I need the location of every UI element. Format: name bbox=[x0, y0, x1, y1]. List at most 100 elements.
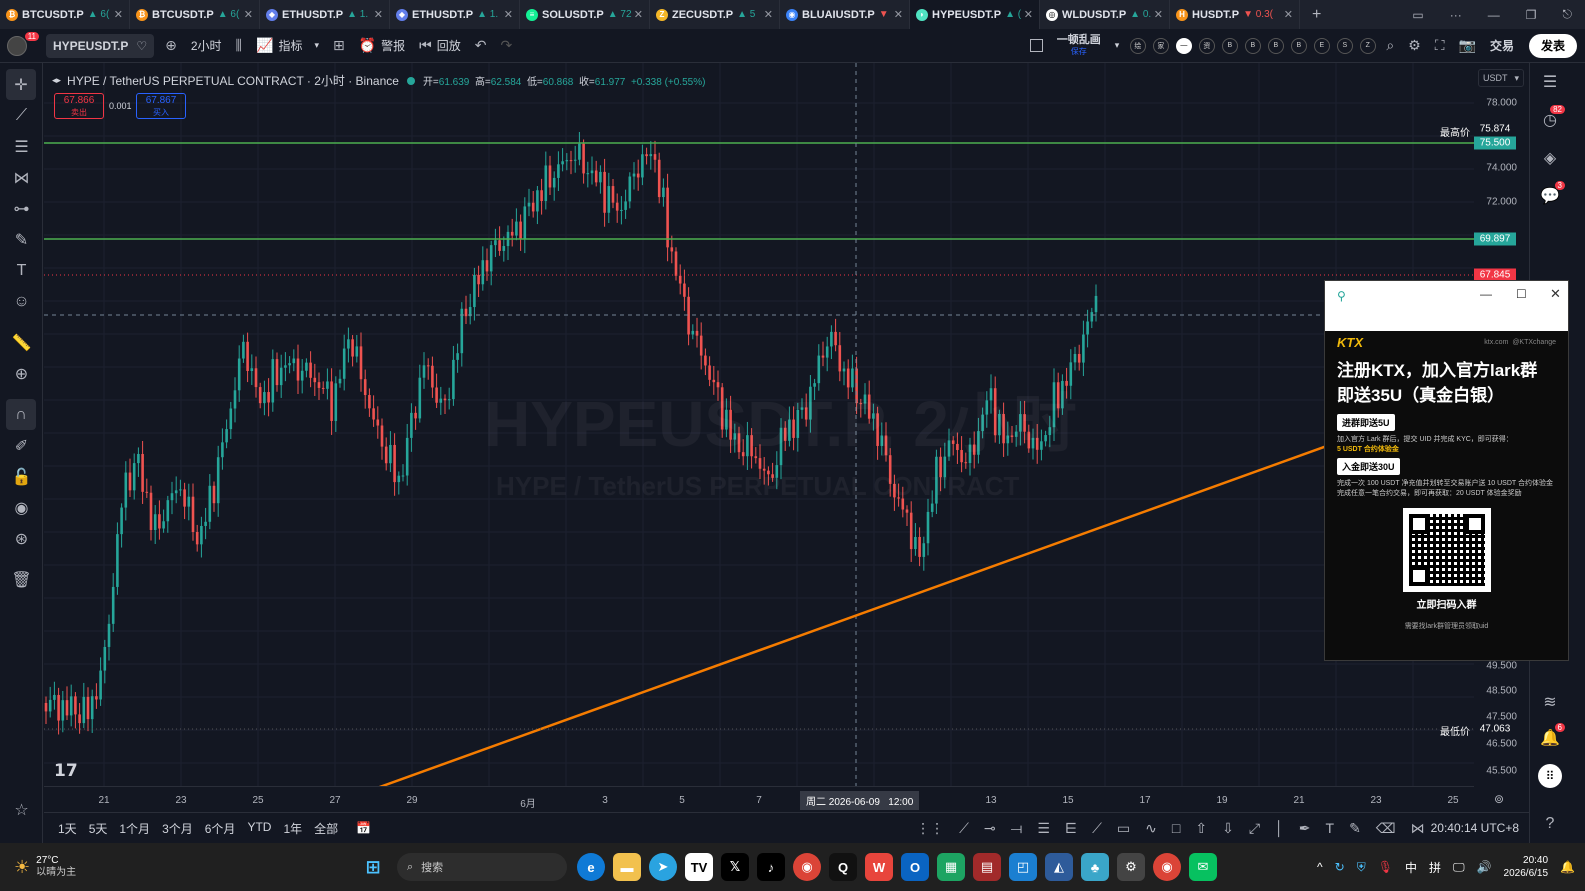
shield-icon[interactable]: ⛨ bbox=[1357, 860, 1366, 875]
mini-tool-3[interactable]: 资 bbox=[1198, 37, 1215, 54]
help-button[interactable]: ? bbox=[1530, 805, 1570, 843]
settings-button[interactable]: ⚙ bbox=[1401, 29, 1428, 63]
mini-tool-8[interactable]: E bbox=[1313, 37, 1330, 54]
undo-button[interactable]: ↶ bbox=[468, 29, 494, 63]
tiktok-app[interactable]: ♪ bbox=[757, 853, 785, 881]
wechat-app[interactable]: ✉ bbox=[1189, 853, 1217, 881]
mini-tool-6[interactable]: B bbox=[1267, 37, 1284, 54]
network-icon[interactable]: 🖵 bbox=[1453, 860, 1465, 875]
tab-husdt-p[interactable]: H HUSDT.P ▼ 0.3(✕ bbox=[1170, 0, 1300, 29]
measure-icon[interactable]: ⤢ bbox=[1249, 820, 1260, 837]
maximize-button[interactable]: ☐ bbox=[1516, 287, 1527, 301]
eraser-icon[interactable]: ⌫ bbox=[1376, 820, 1396, 837]
collapse-icon[interactable]: ◂▸ bbox=[52, 75, 61, 86]
tab-ethusdt-p[interactable]: ◆ ETHUSDT.P ▲ 1. ✕ bbox=[260, 0, 390, 29]
range-0[interactable]: 1天 bbox=[52, 820, 83, 837]
layout-toggle-button[interactable] bbox=[1023, 29, 1050, 63]
legend-title[interactable]: HYPE / TetherUS PERPETUAL CONTRACT · 2小时… bbox=[67, 72, 399, 89]
pin-icon[interactable]: ⚲ bbox=[1337, 289, 1346, 303]
time-scale[interactable]: 21 23 25 27 29 6月 3 5 7 13 15 17 19 21 23 25 周二 2026-06-… bbox=[44, 786, 1474, 812]
redo-button[interactable]: ↷ bbox=[494, 29, 520, 63]
notifications-button[interactable]: 🔔 6 bbox=[1530, 719, 1570, 757]
layout-name-button[interactable]: 一顿乱画 保存 bbox=[1050, 29, 1108, 63]
sell-button[interactable]: 67.866 卖出 bbox=[54, 93, 104, 119]
ray-icon[interactable]: ⊸ bbox=[984, 820, 996, 837]
ruler-tool[interactable]: 📏 bbox=[0, 327, 43, 358]
edge-app[interactable]: e bbox=[577, 853, 605, 881]
restore-icon[interactable]: ❐ bbox=[1513, 8, 1550, 22]
text-tool[interactable]: T bbox=[0, 255, 43, 286]
chat-button[interactable]: 💬 3 bbox=[1530, 177, 1570, 215]
tab-hypeusdt-p[interactable]: ◗ HYPEUSDT.P ▲ (✕ bbox=[910, 0, 1040, 29]
range-2[interactable]: 1个月 bbox=[113, 820, 156, 837]
arrow-up-icon[interactable]: ⇧ bbox=[1195, 820, 1207, 837]
range-5[interactable]: YTD bbox=[241, 820, 277, 837]
arrow-down-icon[interactable]: ⇩ bbox=[1222, 820, 1234, 837]
explorer-app[interactable]: ▬ bbox=[613, 853, 641, 881]
range-1[interactable]: 5天 bbox=[83, 820, 114, 837]
chrome-profile-app[interactable]: ◉ bbox=[1153, 853, 1181, 881]
more-icon[interactable]: ··· bbox=[1437, 8, 1475, 22]
close-tab-icon[interactable]: ✕ bbox=[114, 8, 123, 21]
wps-app[interactable]: W bbox=[865, 853, 893, 881]
symbol-search-button[interactable]: HYPEUSDT.P ♡ bbox=[46, 33, 155, 58]
mini-tool-1[interactable]: 家 bbox=[1152, 37, 1169, 54]
highlighter-icon[interactable]: ✎ bbox=[1349, 820, 1361, 837]
rectangle-icon[interactable]: □ bbox=[1172, 820, 1180, 837]
time-scale-settings[interactable]: ⊚ bbox=[1494, 792, 1504, 806]
tab-btcusdt-p[interactable]: ₿ BTCUSDT.P ▲ 6(✕ bbox=[0, 0, 130, 29]
stay-drawing-tool[interactable]: ✐ bbox=[0, 430, 43, 461]
compare-button[interactable]: ⊕ bbox=[158, 29, 184, 63]
pen-icon[interactable]: ✒ bbox=[1299, 820, 1311, 837]
drag-handle-icon[interactable]: ⋮⋮ bbox=[916, 820, 944, 837]
emoji-tool[interactable]: ☺ bbox=[0, 286, 43, 317]
photos-app[interactable]: ◭ bbox=[1045, 853, 1073, 881]
text-icon[interactable]: T bbox=[1326, 820, 1335, 837]
publish-button[interactable]: 发表 bbox=[1528, 33, 1577, 58]
exit-icon[interactable]: ⎋ bbox=[1550, 7, 1585, 22]
watchlist-button[interactable]: ☰ bbox=[1530, 63, 1570, 101]
object-tree-tool[interactable]: ⊛ bbox=[0, 523, 43, 554]
regression-icon[interactable]: ⋿ bbox=[1065, 820, 1077, 837]
tab-bluaiusdt-p[interactable]: ◉ BLUAIUSDT.P ▼ ✕ bbox=[780, 0, 910, 29]
fib-tool[interactable]: ☰ bbox=[0, 131, 43, 162]
chrome-app[interactable]: ◉ bbox=[793, 853, 821, 881]
close-button[interactable]: ✕ bbox=[1550, 286, 1561, 302]
alert-button[interactable]: ⏰ 警报 bbox=[352, 29, 412, 63]
range-4[interactable]: 6个月 bbox=[199, 820, 242, 837]
mini-tool-9[interactable]: S bbox=[1336, 37, 1353, 54]
mini-tool-2[interactable]: — bbox=[1175, 37, 1192, 54]
close-tab-icon[interactable]: ✕ bbox=[764, 8, 773, 21]
hline-icon[interactable]: ⟞ bbox=[1011, 820, 1023, 837]
close-tab-icon[interactable]: ✕ bbox=[244, 8, 253, 21]
quickq-app[interactable]: Q bbox=[829, 853, 857, 881]
trade-button[interactable]: 交易 bbox=[1483, 29, 1521, 63]
minimize-icon[interactable]: — bbox=[1475, 8, 1513, 22]
telegram-app[interactable]: ➤ bbox=[649, 853, 677, 881]
range-3[interactable]: 3个月 bbox=[156, 820, 199, 837]
pattern-icon[interactable]: ⋈ bbox=[1411, 820, 1425, 837]
pad-app[interactable]: ◰ bbox=[1009, 853, 1037, 881]
close-tab-icon[interactable]: ✕ bbox=[504, 8, 513, 21]
snapshot-button[interactable]: 📷 bbox=[1452, 29, 1483, 63]
new-tab-button[interactable]: + bbox=[1300, 6, 1333, 24]
hide-tool[interactable]: ◉ bbox=[0, 492, 43, 523]
clock[interactable]: 20:40 2026/6/15 bbox=[1504, 854, 1549, 880]
mini-tool-0[interactable]: 绘 bbox=[1129, 37, 1146, 54]
pattern-tool[interactable]: ⋈ bbox=[0, 162, 43, 193]
layout-dropdown[interactable]: ▾ bbox=[1108, 29, 1127, 63]
stream-button[interactable]: ≋ bbox=[1530, 683, 1570, 721]
tab-zecusdt-p[interactable]: Z ZECUSDT.P ▲ 5 ✕ bbox=[650, 0, 780, 29]
indicators-button[interactable]: 📈 指标 ▾ bbox=[249, 29, 326, 63]
mic-icon[interactable]: 🎙 bbox=[1378, 860, 1393, 874]
tab-btcusdt-p[interactable]: ₿ BTCUSDT.P ▲ 6(✕ bbox=[130, 0, 260, 29]
mini-tool-5[interactable]: B bbox=[1244, 37, 1261, 54]
buy-button[interactable]: 67.867 买入 bbox=[136, 93, 186, 119]
templates-button[interactable]: ⊞ bbox=[326, 29, 352, 63]
media-app[interactable]: ▤ bbox=[973, 853, 1001, 881]
close-tab-icon[interactable]: ✕ bbox=[894, 8, 903, 21]
ad-content[interactable]: KTX ktx.com @KTXchange 注册KTX，加入官方lark群 即… bbox=[1325, 331, 1568, 635]
vline-icon[interactable]: │ bbox=[1275, 820, 1284, 837]
apps-button[interactable]: ⠿ bbox=[1530, 757, 1570, 795]
range-6[interactable]: 1年 bbox=[277, 820, 308, 837]
